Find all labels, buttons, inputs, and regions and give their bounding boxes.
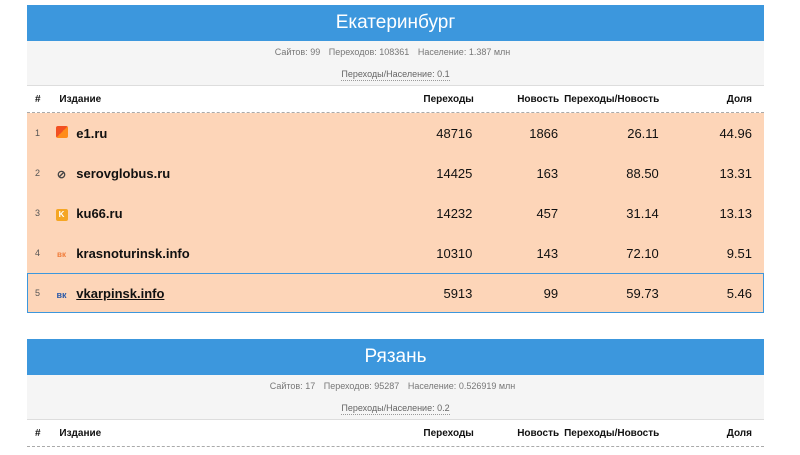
sites-label: Сайтов: [274,47,308,57]
row-num: 5 [35,288,41,298]
city-title: Рязань [27,339,764,375]
row-hits: 48716 [436,125,473,141]
row-share: 5.46 [726,285,752,301]
city-title: Екатеринбург [27,5,764,41]
sites-label: Сайтов: [269,381,303,391]
row-news: 1866 [529,125,559,141]
col-news[interactable]: Новость [474,94,559,105]
city-section-ekaterinburg: Екатеринбург Сайтов: 99 Переходов: 10836… [27,5,764,313]
hits-value: 95287 [374,381,400,391]
row-ratio: 72.10 [626,245,659,261]
city-section-ryazan: Рязань Сайтов: 17 Переходов: 95287 Насел… [27,339,764,447]
site-link[interactable]: krasnoturinsk.info [76,246,189,261]
ratio-stat: Переходы/Население: 0.1 [341,69,450,81]
city-stats: Сайтов: 17 Переходов: 95287 Население: 0… [27,375,764,420]
col-ratio[interactable]: Переходы/Новость [559,94,659,105]
ratio-stat: Переходы/Население: 0.2 [341,403,450,415]
row-ratio: 59.73 [626,285,659,301]
ratio-value: 0.1 [437,69,450,79]
table-row[interactable]: 2 ⊘ serovglobus.ru 14425 163 88.50 13.31 [27,153,764,193]
col-news[interactable]: Новость [474,428,559,439]
site-link[interactable]: vkarpinsk.info [76,286,164,301]
row-share: 44.96 [719,125,752,141]
population-label: Население: [407,381,457,391]
row-news: 99 [543,285,559,301]
sites-value: 99 [310,47,321,57]
col-num[interactable]: # [27,428,55,439]
krasnoturinsk-logo-icon: вк [57,250,66,259]
row-ratio: 26.11 [627,125,659,141]
col-name[interactable]: Издание [55,428,348,439]
col-num[interactable]: # [27,94,55,105]
site-link[interactable]: ku66.ru [76,206,122,221]
col-share[interactable]: Доля [659,428,764,439]
row-hits: 14425 [436,165,473,181]
row-share: 13.31 [719,165,752,181]
city-stats: Сайтов: 99 Переходов: 108361 Население: … [27,41,764,86]
hits-label: Переходов: [323,381,372,391]
col-hits[interactable]: Переходы [349,428,473,439]
population-label: Население: [417,47,467,57]
row-num: 1 [35,128,41,138]
site-link[interactable]: e1.ru [76,126,107,141]
table-header: # Издание Переходы Новость Переходы/Ново… [27,86,764,113]
site-link[interactable]: serovglobus.ru [76,166,170,181]
col-ratio[interactable]: Переходы/Новость [559,428,659,439]
row-num: 4 [35,248,41,258]
sites-value: 17 [305,381,316,391]
col-name[interactable]: Издание [55,94,348,105]
hits-value: 108361 [379,47,410,57]
col-share[interactable]: Доля [659,94,764,105]
row-news: 163 [536,165,559,181]
col-hits[interactable]: Переходы [349,94,473,105]
row-hits: 10310 [436,245,473,261]
table-header: # Издание Переходы Новость Переходы/Ново… [27,420,764,447]
table-row[interactable]: 3 K ku66.ru 14232 457 31.14 13.13 [27,193,764,233]
table-row[interactable]: 4 вк krasnoturinsk.info 10310 143 72.10 … [27,233,764,273]
population-value: 1.387 млн [468,47,511,57]
row-hits: 5913 [443,285,473,301]
row-news: 143 [536,245,559,261]
row-ratio: 31.14 [626,205,659,221]
ku66-logo-icon: K [55,209,68,221]
row-ratio: 88.50 [626,165,659,181]
hits-label: Переходов: [328,47,377,57]
row-news: 457 [536,205,559,221]
population-value: 0.526919 млн [458,381,516,391]
vkarpinsk-logo-icon: вк [56,289,67,300]
row-share: 9.51 [726,245,752,261]
row-num: 2 [35,168,41,178]
table-row[interactable]: 1 e1.ru 48716 1866 26.11 44.96 [27,113,764,153]
e1-logo-icon [55,125,68,138]
row-num: 3 [35,208,41,218]
serovglobus-logo-icon: ⊘ [56,168,67,181]
row-share: 13.13 [719,205,752,221]
table-row-selected[interactable]: 5 вк vkarpinsk.info 5913 99 59.73 5.46 [27,273,764,313]
row-hits: 14232 [436,205,473,221]
ratio-label: Переходы/Население: [341,403,435,413]
ratio-value: 0.2 [437,403,450,413]
ratio-label: Переходы/Население: [341,69,435,79]
